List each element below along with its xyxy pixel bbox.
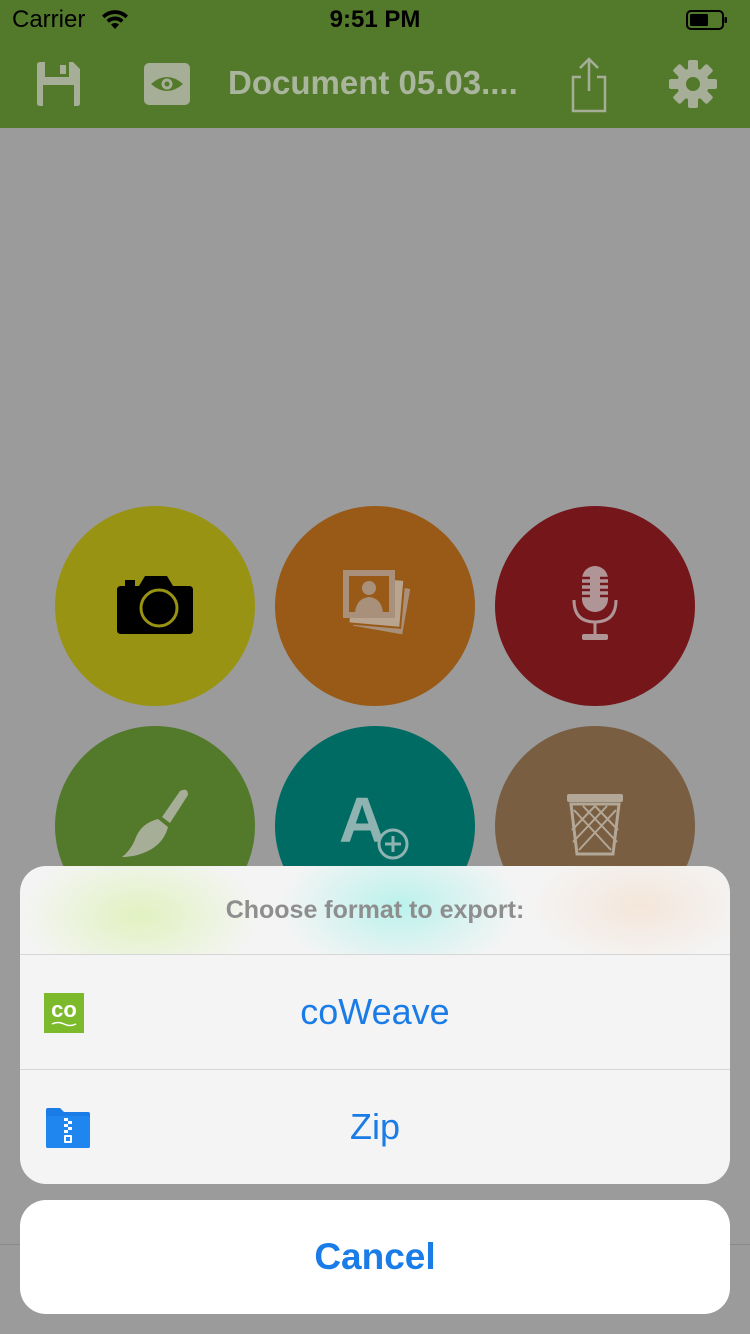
status-bar: Carrier 9:51 PM (0, 0, 750, 40)
sheet-title: Choose format to export: (225, 896, 525, 924)
trash-icon (565, 792, 625, 861)
add-text-icon: A (335, 784, 415, 869)
microphone-icon (568, 564, 622, 649)
camera-button[interactable] (55, 506, 255, 706)
cancel-label: Cancel (314, 1236, 436, 1277)
document-title: Document 05.03.... (228, 64, 518, 101)
export-action-sheet: Choose format to export: co coWeave Zip (20, 866, 730, 1184)
preview-eye-icon[interactable] (140, 40, 194, 128)
clock: 9:51 PM (329, 6, 421, 33)
cancel-button[interactable]: Cancel (20, 1200, 730, 1314)
photo-stack-icon (335, 566, 415, 647)
photos-button[interactable] (275, 506, 475, 706)
battery-icon (686, 10, 728, 30)
export-option-label: Zip (349, 1106, 400, 1147)
settings-gear-icon[interactable] (664, 40, 722, 128)
navigation-bar: Document 05.03.... (0, 40, 750, 128)
share-icon[interactable] (562, 40, 616, 128)
export-option-zip[interactable]: Zip (20, 1069, 730, 1184)
paintbrush-icon (118, 787, 192, 866)
camera-icon (115, 572, 195, 641)
export-option-label: coWeave (300, 991, 450, 1032)
microphone-button[interactable] (495, 506, 695, 706)
save-icon[interactable] (30, 40, 86, 128)
export-option-coweave[interactable]: co coWeave (20, 954, 730, 1069)
